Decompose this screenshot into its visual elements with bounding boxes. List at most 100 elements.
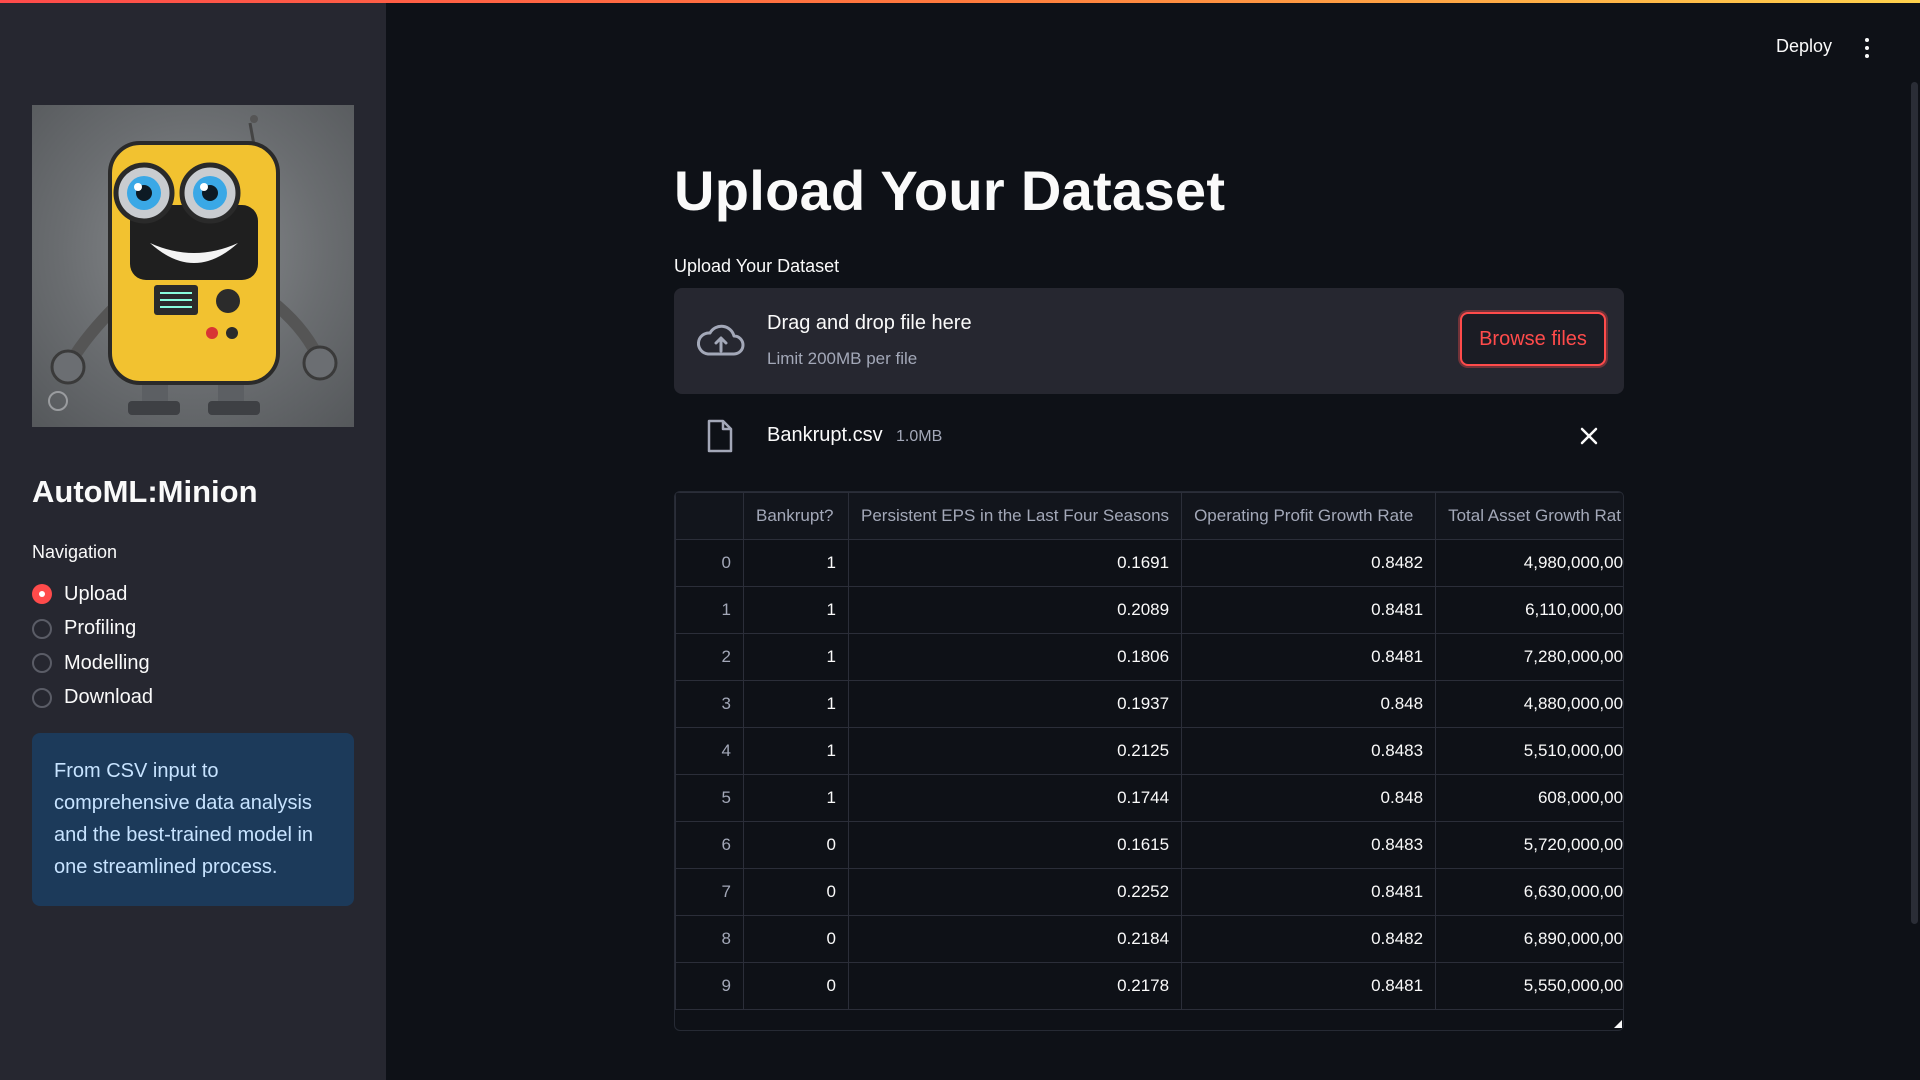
table-cell[interactable]: 0.8483 (1181, 727, 1437, 775)
uploaded-file-row: Bankrupt.csv 1.0MB (674, 413, 1624, 461)
table-cell[interactable]: 4,980,000,00 (1435, 539, 1623, 587)
table-cell[interactable]: 0.2089 (847, 586, 1183, 634)
table-cell[interactable]: 1 (743, 680, 849, 728)
app-title: AutoML:Minion (32, 474, 258, 509)
kebab-menu-icon[interactable] (1862, 38, 1872, 60)
table-header-row: Bankrupt? Persistent EPS in the Last Fou… (675, 492, 1623, 540)
table-row[interactable]: 1 1 0.2089 0.8481 6,110,000,00 (675, 586, 1623, 634)
table-cell[interactable]: 0.1937 (847, 680, 1183, 728)
file-dropzone[interactable]: Drag and drop file here Limit 200MB per … (674, 288, 1624, 394)
table-row[interactable]: 2 1 0.1806 0.8481 7,280,000,00 (675, 633, 1623, 681)
file-name: Bankrupt.csv (767, 424, 883, 446)
column-header[interactable]: Bankrupt? (743, 492, 849, 540)
column-header[interactable]: Persistent EPS in the Last Four Seasons (847, 492, 1183, 540)
table-cell[interactable]: 1 (743, 586, 849, 634)
table-cell[interactable]: 0.8483 (1181, 821, 1437, 869)
table-cell[interactable]: 0.8481 (1181, 633, 1437, 681)
table-cell[interactable]: 608,000,00 (1435, 774, 1623, 822)
table-cell[interactable]: 0.2184 (847, 915, 1183, 963)
table-row[interactable]: 6 0 0.1615 0.8483 5,720,000,00 (675, 821, 1623, 869)
table-cell[interactable]: 0 (743, 962, 849, 1010)
radio-selected-icon[interactable] (32, 584, 52, 605)
radio-unselected-icon[interactable] (32, 687, 52, 708)
table-cell[interactable]: 0.1744 (847, 774, 1183, 822)
table-row[interactable]: 3 1 0.1937 0.848 4,880,000,00 (675, 680, 1623, 728)
column-header[interactable]: Operating Profit Growth Rate (1181, 492, 1437, 540)
row-index-cell: 9 (675, 962, 744, 1010)
file-icon (707, 419, 733, 453)
row-index-cell: 6 (675, 821, 744, 869)
nav-radio-label: Upload (64, 582, 128, 605)
table-cell[interactable]: 0.848 (1181, 680, 1437, 728)
sidebar: AutoML:Minion Navigation Upload Profilin… (0, 0, 386, 1080)
nav-radio-upload[interactable]: Upload (32, 577, 153, 612)
file-size: 1.0MB (896, 428, 943, 445)
table-row[interactable]: 4 1 0.2125 0.8483 5,510,000,00 (675, 727, 1623, 775)
table-cell[interactable]: 0.8481 (1181, 962, 1437, 1010)
table-cell[interactable]: 0.1806 (847, 633, 1183, 681)
row-index-cell: 7 (675, 868, 744, 916)
table-cell[interactable]: 1 (743, 633, 849, 681)
nav-radio-label: Profiling (64, 617, 137, 640)
dropzone-title: Drag and drop file here (767, 312, 972, 334)
table-cell[interactable]: 0.2252 (847, 868, 1183, 916)
radio-unselected-icon[interactable] (32, 618, 52, 639)
row-index-cell: 4 (675, 727, 744, 775)
table-row[interactable]: 5 1 0.1744 0.848 608,000,00 (675, 774, 1623, 822)
table-cell[interactable]: 0.8482 (1181, 915, 1437, 963)
column-header[interactable]: Total Asset Growth Rat (1435, 492, 1623, 540)
nav-radio-download[interactable]: Download (32, 681, 153, 716)
table-cell[interactable]: 5,720,000,00 (1435, 821, 1623, 869)
row-index-cell: 0 (675, 539, 744, 587)
dropzone-limit: Limit 200MB per file (767, 349, 918, 368)
nav-radio-modelling[interactable]: Modelling (32, 646, 153, 681)
table-cell[interactable]: 0.848 (1181, 774, 1437, 822)
robot-mascot-image (32, 105, 354, 427)
table-cell[interactable]: 4,880,000,00 (1435, 680, 1623, 728)
info-box: From CSV input to comprehensive data ana… (32, 733, 354, 906)
table-cell[interactable]: 1 (743, 727, 849, 775)
dataframe-table[interactable]: Bankrupt? Persistent EPS in the Last Fou… (674, 491, 1624, 1031)
table-row[interactable]: 9 0 0.2178 0.8481 5,550,000,00 (675, 962, 1623, 1010)
table-cell[interactable]: 5,510,000,00 (1435, 727, 1623, 775)
nav-radio-profiling[interactable]: Profiling (32, 612, 153, 647)
row-index-cell: 2 (675, 633, 744, 681)
radio-unselected-icon[interactable] (32, 653, 52, 674)
navigation-radio-group: Upload Profiling Modelling Download (32, 577, 153, 715)
table-cell[interactable]: 1 (743, 539, 849, 587)
file-uploader-label: Upload Your Dataset (674, 256, 840, 276)
table-cell[interactable]: 0.2125 (847, 727, 1183, 775)
nav-radio-label: Modelling (64, 651, 150, 674)
table-cell[interactable]: 0.8481 (1181, 586, 1437, 634)
nav-radio-label: Download (64, 686, 153, 709)
row-index-cell: 1 (675, 586, 744, 634)
table-cell[interactable]: 1 (743, 774, 849, 822)
table-resize-handle[interactable] (1614, 1020, 1622, 1028)
table-cell[interactable]: 0.2178 (847, 962, 1183, 1010)
table-cell[interactable]: 6,630,000,00 (1435, 868, 1623, 916)
main-scrollbar[interactable] (1911, 82, 1918, 924)
table-row[interactable]: 0 1 0.1691 0.8482 4,980,000,00 (675, 539, 1623, 587)
table-cell[interactable]: 0.1615 (847, 821, 1183, 869)
close-icon[interactable] (1578, 425, 1600, 447)
table-cell[interactable]: 0 (743, 868, 849, 916)
top-decoration-bar (0, 0, 1920, 3)
table-cell[interactable]: 0.8482 (1181, 539, 1437, 587)
navigation-label: Navigation (32, 542, 118, 562)
column-header-index[interactable] (675, 492, 744, 540)
table-cell[interactable]: 0.1691 (847, 539, 1183, 587)
table-cell[interactable]: 0.8481 (1181, 868, 1437, 916)
table-cell[interactable]: 7,280,000,00 (1435, 633, 1623, 681)
cloud-upload-icon (696, 324, 745, 356)
table-row[interactable]: 8 0 0.2184 0.8482 6,890,000,00 (675, 915, 1623, 963)
table-row[interactable]: 7 0 0.2252 0.8481 6,630,000,00 (675, 868, 1623, 916)
browse-files-button[interactable]: Browse files (1460, 312, 1606, 366)
table-cell[interactable]: 5,550,000,00 (1435, 962, 1623, 1010)
table-cell[interactable]: 6,110,000,00 (1435, 586, 1623, 634)
row-index-cell: 5 (675, 774, 744, 822)
table-cell[interactable]: 0 (743, 821, 849, 869)
deploy-button[interactable]: Deploy (1776, 36, 1832, 57)
row-index-cell: 8 (675, 915, 744, 963)
table-cell[interactable]: 0 (743, 915, 849, 963)
table-cell[interactable]: 6,890,000,00 (1435, 915, 1623, 963)
